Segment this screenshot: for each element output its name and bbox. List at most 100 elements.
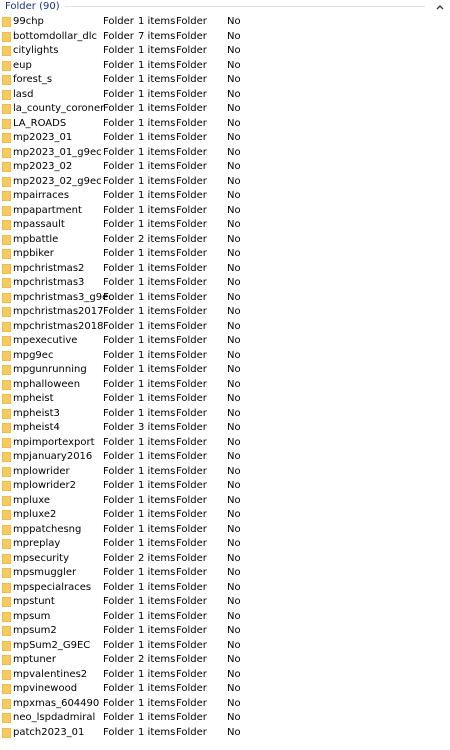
file-flag: No [227, 117, 241, 129]
file-row[interactable]: mp2023_01 Folder 1 items Folder No [0, 131, 450, 146]
file-row[interactable]: mpg9ec Folder 1 items Folder No [0, 349, 450, 364]
file-row[interactable]: mpsum Folder 1 items Folder No [0, 610, 450, 625]
file-row[interactable]: mpsecurity Folder 2 items Folder No [0, 552, 450, 567]
file-name: mpheist3 [13, 407, 60, 419]
file-row[interactable]: mp2023_01_g9ec Folder 1 items Folder No [0, 146, 450, 161]
file-name: mpjanuary2016 [13, 451, 93, 462]
file-row[interactable]: mpvinewood Folder 1 items Folder No [0, 682, 450, 697]
file-flag: No [227, 596, 241, 607]
file-row[interactable]: patch2023_01 Folder 1 items Folder No [0, 726, 450, 741]
file-flag: No [227, 552, 241, 564]
file-type: Folder [103, 175, 134, 187]
file-size: 1 items [138, 219, 176, 230]
file-row[interactable]: mp2023_02 Folder 1 items Folder No [0, 160, 450, 175]
file-row[interactable]: mpheist Folder 1 items Folder No [0, 392, 450, 407]
group-divider [64, 6, 425, 7]
file-type: Folder [103, 639, 134, 651]
file-size: 1 items [138, 132, 176, 143]
file-name: mpchristmas3 [13, 277, 85, 288]
file-row[interactable]: eup Folder 1 items Folder No [0, 59, 450, 74]
file-row[interactable]: mpexecutive Folder 1 items Folder No [0, 334, 450, 349]
file-flag: No [227, 567, 241, 578]
file-row[interactable]: mpluxe2 Folder 1 items Folder No [0, 508, 450, 523]
file-size: 1 items [138, 45, 176, 56]
file-kind: Folder [176, 30, 207, 42]
folder-icon [1, 234, 12, 245]
file-row[interactable]: mp2023_02_g9ec Folder 1 items Folder No [0, 175, 450, 190]
file-row[interactable]: bottomdollar_dlc Folder 7 items Folder N… [0, 30, 450, 45]
file-row[interactable]: mpheist4 Folder 3 items Folder No [0, 421, 450, 436]
folder-icon [1, 408, 12, 419]
file-flag: No [227, 45, 241, 56]
file-row[interactable]: mpchristmas3 Folder 1 items Folder No [0, 276, 450, 291]
file-name: mpstunt [13, 596, 55, 607]
file-flag: No [227, 88, 241, 100]
folder-icon [1, 118, 12, 129]
file-row[interactable]: mpluxe Folder 1 items Folder No [0, 494, 450, 509]
file-name: citylights [13, 45, 59, 56]
file-row[interactable]: LA_ROADS Folder 1 items Folder No [0, 117, 450, 132]
file-row[interactable]: mpSum2_G9EC Folder 1 items Folder No [0, 639, 450, 654]
file-row[interactable]: neo_lspdadmiral Folder 1 items Folder No [0, 711, 450, 726]
file-size: 1 items [138, 494, 176, 506]
folder-icon [1, 625, 12, 637]
folder-icon [1, 698, 12, 709]
file-name: mp2023_02_g9ec [13, 175, 102, 187]
file-kind: Folder [176, 610, 207, 622]
file-flag: No [227, 712, 241, 723]
file-size: 1 items [138, 277, 176, 288]
file-row[interactable]: mpvalentines2 Folder 1 items Folder No [0, 668, 450, 683]
group-header-folder[interactable]: Folder (90) [0, 0, 450, 13]
file-row[interactable]: mpheist3 Folder 1 items Folder No [0, 407, 450, 422]
file-row[interactable]: mppatchesng Folder 1 items Folder No [0, 523, 450, 538]
chevron-up-icon[interactable] [435, 0, 445, 13]
file-row[interactable]: mpbiker Folder 1 items Folder No [0, 247, 450, 262]
file-kind: Folder [176, 668, 207, 680]
file-row[interactable]: citylights Folder 1 items Folder No [0, 44, 450, 59]
file-row[interactable]: mpbattle Folder 2 items Folder No [0, 233, 450, 248]
file-name: bottomdollar_dlc [13, 30, 98, 42]
file-size: 1 items [138, 248, 176, 259]
file-row[interactable]: mpairraces Folder 1 items Folder No [0, 189, 450, 204]
file-flag: No [227, 581, 241, 593]
file-row[interactable]: mpchristmas2017 Folder 1 items Folder No [0, 305, 450, 320]
file-row[interactable]: mpchristmas3_g9ec Folder 1 items Folder … [0, 291, 450, 306]
file-row[interactable]: mpsmuggler Folder 1 items Folder No [0, 566, 450, 581]
file-row[interactable]: mptuner Folder 2 items Folder No [0, 653, 450, 668]
file-row[interactable]: mpassault Folder 1 items Folder No [0, 218, 450, 233]
file-row[interactable]: mphalloween Folder 1 items Folder No [0, 378, 450, 393]
file-row[interactable]: mpxmas_604490 Folder 1 items Folder No [0, 697, 450, 712]
file-flag: No [227, 494, 241, 506]
file-kind: Folder [176, 190, 207, 201]
file-row[interactable]: la_county_coroner Folder 1 items Folder … [0, 102, 450, 117]
file-size: 1 items [138, 668, 176, 680]
file-type: Folder [103, 683, 134, 694]
file-row[interactable]: forest_s Folder 1 items Folder No [0, 73, 450, 88]
file-flag: No [227, 74, 241, 85]
file-type: Folder [103, 132, 134, 143]
file-row[interactable]: mpchristmas2018 Folder 1 items Folder No [0, 320, 450, 335]
file-row[interactable]: mpapartment Folder 1 items Folder No [0, 204, 450, 219]
file-kind: Folder [176, 233, 207, 245]
file-type: Folder [103, 349, 134, 361]
file-name: mpassault [13, 219, 65, 230]
file-row[interactable]: mpstunt Folder 1 items Folder No [0, 595, 450, 610]
file-row[interactable]: mpimportexport Folder 1 items Folder No [0, 436, 450, 451]
file-row[interactable]: mpgunrunning Folder 1 items Folder No [0, 363, 450, 378]
file-row[interactable]: mpspecialraces Folder 1 items Folder No [0, 581, 450, 596]
file-row[interactable]: mpjanuary2016 Folder 1 items Folder No [0, 450, 450, 465]
file-row[interactable]: mpreplay Folder 1 items Folder No [0, 537, 450, 552]
file-row[interactable]: lasd Folder 1 items Folder No [0, 88, 450, 103]
file-row[interactable]: mplowrider2 Folder 1 items Folder No [0, 479, 450, 494]
file-row[interactable]: 99chp Folder 1 items Folder No [0, 15, 450, 30]
folder-icon [1, 74, 12, 86]
file-kind: Folder [176, 552, 207, 564]
file-flag: No [227, 190, 241, 201]
file-type: Folder [103, 117, 134, 129]
file-type: Folder [103, 552, 134, 564]
file-flag: No [227, 233, 241, 245]
file-row[interactable]: mpchristmas2 Folder 1 items Folder No [0, 262, 450, 277]
file-row[interactable]: mpsum2 Folder 1 items Folder No [0, 624, 450, 639]
file-kind: Folder [176, 88, 207, 100]
file-row[interactable]: mplowrider Folder 1 items Folder No [0, 465, 450, 480]
